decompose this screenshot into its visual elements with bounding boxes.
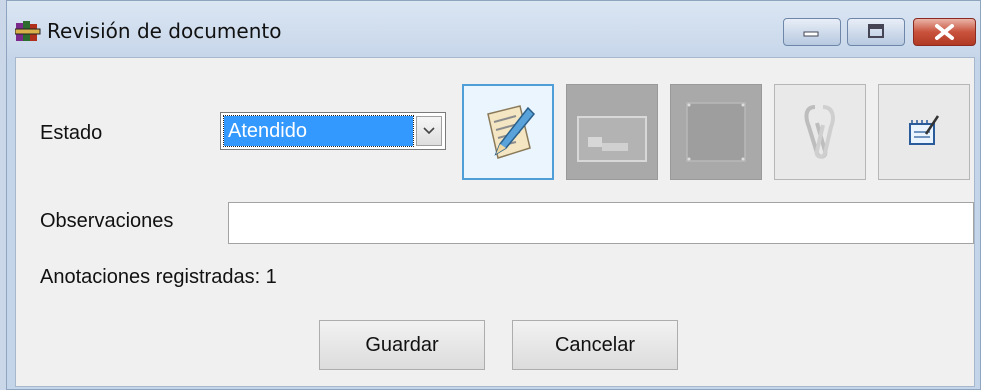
- blank-frame-button: [670, 84, 762, 180]
- notepad-button[interactable]: [878, 84, 970, 180]
- attachment-button[interactable]: [774, 84, 866, 180]
- observaciones-input[interactable]: [228, 202, 974, 244]
- close-button[interactable]: [913, 18, 976, 46]
- maximize-button[interactable]: [847, 18, 905, 46]
- observaciones-label: Observaciones: [40, 210, 174, 232]
- annotations-count-label: Anotaciones registradas: 1: [40, 266, 277, 288]
- estado-select[interactable]: Atendido: [220, 112, 446, 150]
- close-icon: [935, 24, 954, 40]
- winrar-books-icon: [15, 21, 41, 41]
- paperclip-icon: [804, 105, 835, 159]
- scanner-button: [566, 84, 658, 180]
- estado-label: Estado: [40, 122, 103, 144]
- document-review-window: Revisión de documento Estado Atendido Ob…: [6, 0, 981, 390]
- save-button[interactable]: Guardar: [319, 320, 485, 370]
- notepad-pencil-icon: [909, 115, 940, 145]
- minimize-icon: [803, 31, 819, 37]
- estado-selected-value: Atendido: [223, 115, 414, 147]
- window-title: Revisión de documento: [47, 19, 282, 43]
- scanner-icon: [577, 116, 647, 162]
- blank-frame-icon: [686, 102, 746, 162]
- dialog-body: Estado Atendido Observaciones Anotacione…: [15, 57, 975, 387]
- maximize-icon: [868, 24, 884, 38]
- minimize-button[interactable]: [783, 18, 841, 46]
- cancel-button[interactable]: Cancelar: [512, 320, 678, 370]
- title-bar[interactable]: Revisión de documento: [7, 1, 980, 57]
- edit-document-button[interactable]: [462, 84, 554, 180]
- chevron-down-icon[interactable]: [416, 116, 442, 146]
- edit-document-icon: [487, 105, 536, 159]
